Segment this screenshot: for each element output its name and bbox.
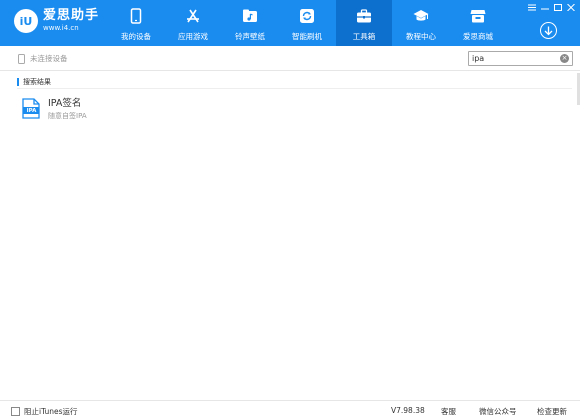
section-divider (17, 88, 572, 89)
nav-apps-games[interactable]: 应用游戏 (165, 0, 221, 46)
wechat-link[interactable]: 微信公众号 (479, 406, 517, 417)
nav-tutorial-center[interactable]: 教程中心 (393, 0, 449, 46)
nav-ringtones-wallpapers[interactable]: 铃声壁纸 (222, 0, 278, 46)
block-itunes-checkbox[interactable] (11, 407, 20, 416)
block-itunes-label: 阻止iTunes运行 (24, 407, 78, 416)
app-logo: iU 爱思助手 www.i4.cn (14, 9, 99, 33)
nav-my-device[interactable]: 我的设备 (108, 0, 164, 46)
status-bar: 阻止iTunes运行 V7.98.38 客服 微信公众号 检查更新 (0, 400, 580, 419)
flash-icon (299, 8, 315, 24)
download-manager-button[interactable] (540, 22, 557, 39)
app-header: iU 爱思助手 www.i4.cn 我的设备 应用游戏 铃声壁纸 智能刷机 工具… (0, 0, 580, 46)
device-toolbar: 未连接设备 × (0, 46, 580, 71)
nav-store[interactable]: 爱思商城 (450, 0, 506, 46)
music-folder-icon (242, 8, 258, 24)
store-icon (470, 8, 486, 24)
nav-toolbox[interactable]: 工具箱 (336, 0, 392, 46)
customer-service-link[interactable]: 客服 (441, 406, 456, 417)
search-results-heading: 搜索结果 (17, 77, 51, 87)
result-title: IPA签名 (48, 98, 82, 109)
check-update-link[interactable]: 检查更新 (537, 406, 567, 417)
ipa-icon-label: IPA (26, 107, 37, 114)
search-box: × (468, 51, 573, 66)
window-controls (524, 2, 576, 12)
version-label: V7.98.38 (391, 406, 425, 415)
device-phone-icon (18, 53, 25, 64)
download-arrow-icon (544, 26, 553, 35)
app-name: 爱思助手 (43, 8, 100, 23)
ipa-file-icon: IPA (22, 98, 40, 119)
result-subtitle: 随意自签IPA (48, 112, 87, 120)
block-itunes-toggle[interactable]: 阻止iTunes运行 (11, 406, 78, 417)
minimize-icon[interactable] (539, 2, 550, 12)
device-status: 未连接设备 (18, 53, 68, 64)
toolbox-icon (356, 8, 372, 24)
result-item-ipa-sign[interactable]: IPA IPA签名 随意自签IPA (22, 98, 132, 124)
app-store-icon (185, 8, 201, 24)
device-status-label: 未连接设备 (30, 54, 68, 63)
nav-smart-flash[interactable]: 智能刷机 (279, 0, 335, 46)
logo-mark-icon: iU (14, 9, 38, 33)
close-icon[interactable] (565, 2, 576, 12)
menu-icon[interactable] (526, 2, 537, 12)
main-nav: 我的设备 应用游戏 铃声壁纸 智能刷机 工具箱 教程中心 爱思商城 (108, 0, 507, 46)
phone-icon (128, 8, 144, 24)
maximize-icon[interactable] (552, 2, 563, 12)
graduation-cap-icon (413, 8, 429, 24)
clear-search-icon[interactable]: × (560, 54, 569, 63)
search-input[interactable] (472, 52, 558, 65)
app-url: www.i4.cn (43, 24, 79, 32)
section-title-text: 搜索结果 (23, 78, 51, 86)
